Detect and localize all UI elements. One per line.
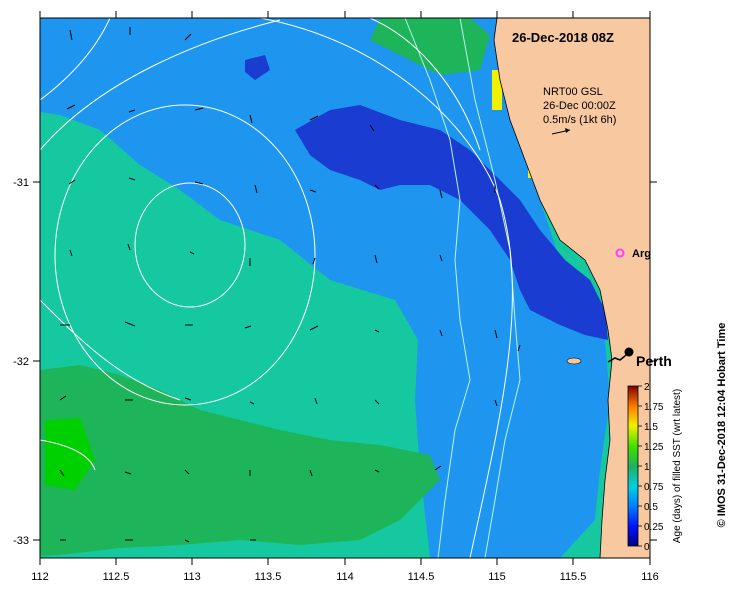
- lon-tick-112-5: 112.5: [103, 571, 130, 583]
- lat-tick-31: -31: [13, 177, 29, 189]
- colorbar-tick-1-5: 1.5: [644, 422, 658, 433]
- colorbar-tick-1-25: 1.25: [644, 442, 664, 453]
- lon-tick-115: 115: [488, 571, 506, 583]
- current-info-line-2: 26-Dec 00:00Z: [543, 100, 616, 112]
- map-title: 26-Dec-2018 08Z: [512, 30, 614, 45]
- colorbar-tick-1: 1: [644, 462, 650, 473]
- lon-tick-113: 113: [183, 571, 201, 583]
- rottnest-island: [566, 357, 582, 365]
- colorbar-tick-1-75: 1.75: [644, 402, 664, 413]
- colorbar-label: Age (days) of filled SST (wrt latest): [672, 389, 683, 543]
- lon-tick-116: 116: [641, 571, 659, 583]
- lon-tick-114: 114: [336, 571, 354, 583]
- colorbar-tick-0-5: 0.5: [644, 502, 658, 513]
- colorbar-tick-0-25: 0.25: [644, 522, 664, 533]
- bathy-legend-1000m: 1000m: [650, 43, 681, 54]
- lat-tick-32: -32: [13, 356, 29, 368]
- lat-tick-33: -33: [13, 535, 29, 547]
- lon-tick-113-5: 113.5: [255, 571, 282, 583]
- colorbar: 0 0.25 0.5 0.75 1 1.25 1.5 1.75 2 Age (d…: [627, 382, 683, 553]
- imos-credit: © IMOS 31-Dec-2018 12:04 Hobart Time: [716, 323, 728, 528]
- colorbar-tick-0-75: 0.75: [644, 482, 664, 493]
- lon-tick-114-5: 114.5: [408, 571, 435, 583]
- sst-map-area: 26-Dec-2018 08Z 200m 1000m NRT00 GSL 26-…: [40, 18, 681, 558]
- lon-tick-112: 112: [31, 571, 49, 583]
- argo-label: Argo: [632, 248, 658, 260]
- bathy-legend-200m: 200m: [650, 31, 675, 42]
- current-info-line-1: NRT00 GSL: [543, 86, 603, 98]
- colorbar-tick-0: 0: [644, 542, 650, 553]
- colorbar-gradient: [627, 385, 639, 547]
- current-info-line-3: 0.5m/s (1kt 6h): [543, 114, 616, 126]
- colorbar-tick-2: 2: [644, 382, 650, 393]
- lon-tick-115-5: 115.5: [560, 571, 587, 583]
